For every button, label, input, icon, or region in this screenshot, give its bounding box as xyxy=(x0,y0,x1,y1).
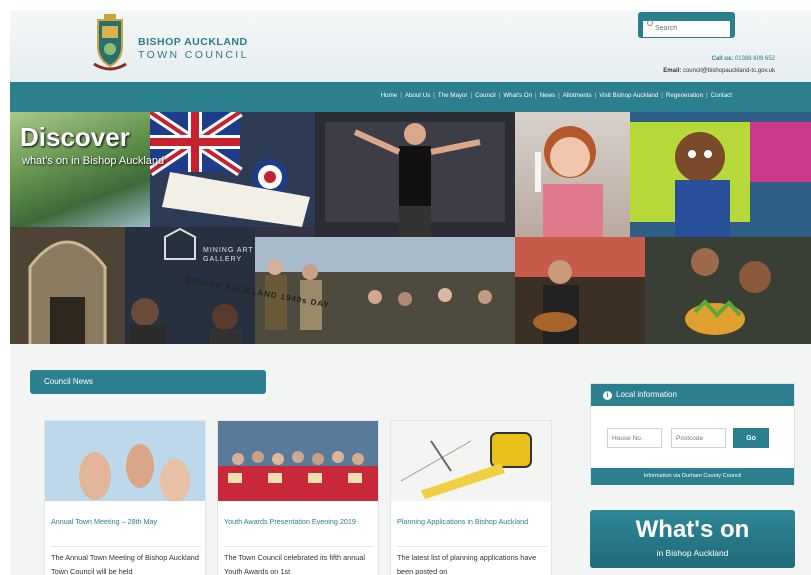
musician-graphic xyxy=(515,237,645,344)
news-card[interactable]: Annual Town Meeting – 28th May The Annua… xyxy=(44,420,206,575)
local-information-footer: Information via Durham County Council xyxy=(591,468,794,485)
nav-item-home[interactable]: Home xyxy=(378,92,401,99)
info-icon: i xyxy=(603,391,612,400)
gallery-sign-line2: GALLERY xyxy=(203,256,243,263)
crowd-graphic xyxy=(255,237,515,344)
nav-item-about-us[interactable]: About Us xyxy=(402,92,433,99)
whats-on-banner[interactable]: What's on in Bishop Auckland xyxy=(590,510,795,568)
email-label: Email: xyxy=(663,68,682,74)
main-navigation: Home | About Us | The Mayor | Council | What… xyxy=(10,82,811,112)
food-graphic xyxy=(645,237,811,344)
hero-photo-performer xyxy=(315,112,515,237)
local-information-panel: i Local information Go Information via D… xyxy=(590,383,795,485)
postcode-input[interactable] xyxy=(671,428,726,448)
nav-item-contact[interactable]: Contact xyxy=(708,92,735,99)
local-information-header: i Local information xyxy=(591,384,794,406)
news-card-divider xyxy=(51,546,201,547)
hero-photo-crowd xyxy=(255,237,515,344)
news-card-image[interactable] xyxy=(391,421,551,501)
raised-hands-graphic xyxy=(45,421,205,501)
news-card-title[interactable]: Annual Town Meeting – 28th May xyxy=(51,516,201,528)
hero-subtitle: what's on in Bishop Auckland xyxy=(22,155,165,167)
call-label: Call us: xyxy=(711,56,734,62)
hero-title: Discover xyxy=(20,122,130,152)
news-card[interactable]: Youth Awards Presentation Evening 2019 T… xyxy=(217,420,379,575)
go-button[interactable]: Go xyxy=(733,428,769,448)
news-card[interactable]: Planning Applications in Bishop Auckland… xyxy=(390,420,552,575)
hero-banner[interactable]: Discover what's on in Bishop Auckland BI… xyxy=(10,112,811,344)
gallery-sign-text: MINING ART GALLERY xyxy=(203,246,254,264)
nav-list: Home | About Us | The Mayor | Council | What… xyxy=(378,92,735,99)
hero-photo-cathedral xyxy=(10,227,125,344)
news-card-divider xyxy=(224,546,374,547)
nav-item-allotments[interactable]: Allotments xyxy=(560,92,595,99)
news-card-title[interactable]: Planning Applications in Bishop Auckland xyxy=(397,516,547,528)
tape-measure-graphic xyxy=(391,421,551,501)
nav-item-council[interactable]: Council xyxy=(472,92,499,99)
news-card-excerpt: The Annual Town Meeting of Bishop Auckla… xyxy=(51,553,199,575)
girl-graphic xyxy=(535,126,603,237)
union-flag-graphic xyxy=(150,112,310,227)
search-input[interactable] xyxy=(643,20,730,37)
nav-item-visit-bishop-auckland[interactable]: Visit Bishop Auckland xyxy=(596,92,661,99)
search-icon xyxy=(647,20,653,26)
town-crest-logo[interactable] xyxy=(90,14,130,74)
hero-photo-girl xyxy=(515,112,630,237)
local-information-title: Local information xyxy=(616,390,677,399)
hero-photo-mascot xyxy=(630,112,811,237)
council-news-title[interactable]: Council News xyxy=(44,377,93,386)
gallery-sign-line1: MINING ART xyxy=(203,247,254,254)
mascot-graphic xyxy=(630,112,811,237)
site-header: BISHOP AUCKLAND TOWN COUNCIL Call us: 01… xyxy=(10,10,811,82)
hero-photo-1940s-sign xyxy=(150,112,320,227)
news-card-title[interactable]: Youth Awards Presentation Evening 2019 xyxy=(224,516,374,528)
logo-title[interactable]: BISHOP AUCKLAND xyxy=(138,36,248,48)
news-card-image[interactable] xyxy=(218,421,378,501)
award-group-graphic xyxy=(218,421,378,501)
news-card-image[interactable] xyxy=(45,421,205,501)
nav-item-news[interactable]: News xyxy=(537,92,558,99)
contact-phone: Call us: 01388 609 652 xyxy=(712,56,775,62)
hero-photo-musician xyxy=(515,237,645,344)
contact-email: Email: council@bishopauckland-tc.gov.uk xyxy=(663,68,775,74)
phone-link[interactable]: 01388 609 652 xyxy=(735,56,775,62)
news-card-excerpt: The Town Council celebrated its fifth an… xyxy=(224,553,366,575)
nav-item-the-mayor[interactable]: The Mayor xyxy=(435,92,471,99)
news-card-excerpt: The latest list of planning applications… xyxy=(397,553,537,575)
whats-on-heading[interactable]: What's on xyxy=(590,516,795,544)
search-box xyxy=(638,12,735,38)
hero-photo-food xyxy=(645,237,811,344)
performer-graphic xyxy=(315,112,515,237)
nav-item-regeneration[interactable]: Regeneration xyxy=(663,92,706,99)
whats-on-subheading[interactable]: in Bishop Auckland xyxy=(590,548,795,558)
house-number-input[interactable] xyxy=(607,428,662,448)
cathedral-graphic xyxy=(10,227,125,344)
nav-item-whats-on[interactable]: What's On xyxy=(500,92,535,99)
logo-subtitle[interactable]: TOWN COUNCIL xyxy=(138,49,249,61)
news-card-divider xyxy=(397,546,547,547)
email-link[interactable]: council@bishopauckland-tc.gov.uk xyxy=(683,68,775,74)
